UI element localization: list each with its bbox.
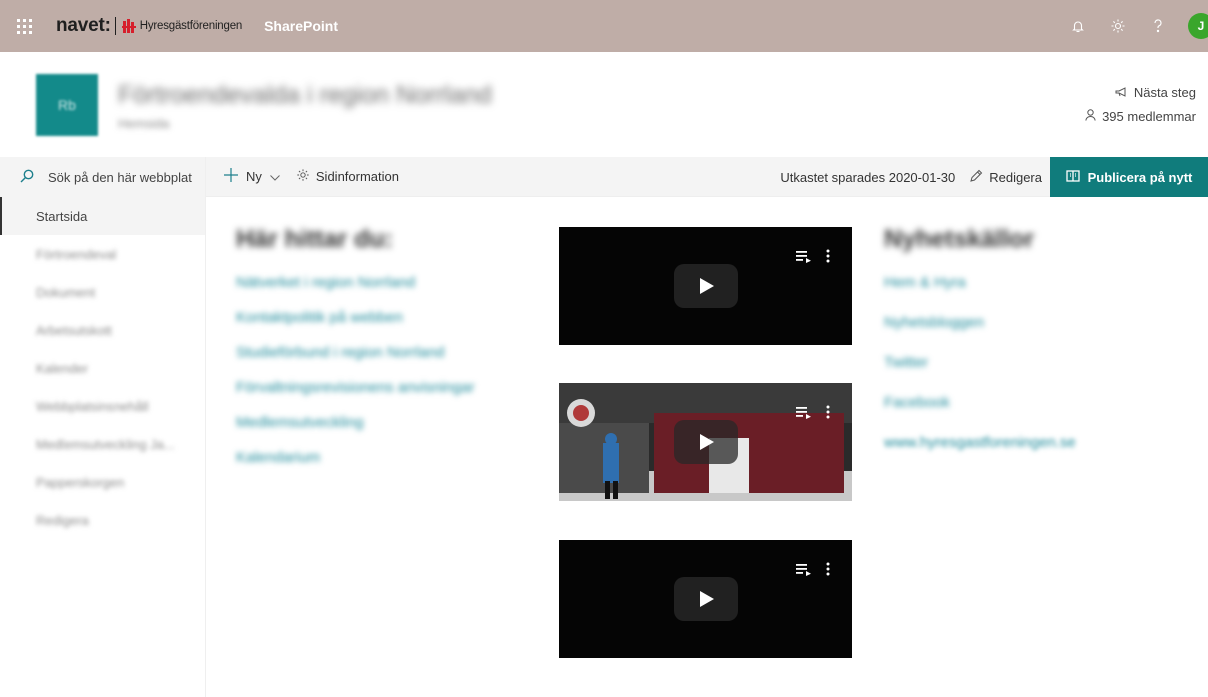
help-icon[interactable] <box>1138 0 1178 52</box>
members-count: 395 medlemmar <box>1102 108 1196 124</box>
nav-item-label: Redigera <box>36 512 89 528</box>
next-steps-button[interactable]: Nästa steg <box>1085 80 1196 104</box>
nav-item-recycle-bin[interactable]: Papperskorgen <box>0 463 205 501</box>
hyresgastforeningen-logo-icon <box>121 18 137 34</box>
gear-icon[interactable] <box>1098 0 1138 52</box>
avatar[interactable]: J <box>1188 13 1208 39</box>
video-embed[interactable] <box>559 540 852 658</box>
site-subtitle: Hemsida <box>118 116 170 131</box>
brand-divider <box>114 17 116 35</box>
search-placeholder: Sök på den här webbplat <box>48 169 192 185</box>
command-bar: Ny Sidinformation Utkastet sparades 2020… <box>206 157 1208 197</box>
playlist-icon[interactable] <box>796 405 812 424</box>
news-sources-column: Nyhetskällor Hem & Hyra Nyhetsbloggen Tw… <box>884 225 1184 470</box>
suite-bar: navet: Hyresgästföreningen SharePoint J <box>0 0 1208 52</box>
plus-icon <box>224 168 238 185</box>
draft-saved-status: Utkastet sparades 2020-01-30 <box>780 169 956 185</box>
book-icon <box>1065 169 1088 185</box>
nav-item-3[interactable]: Dokument <box>0 273 205 311</box>
brand-logo[interactable]: navet: Hyresgästföreningen <box>56 15 242 37</box>
nav-item-2[interactable]: Förtroendeval <box>0 235 205 273</box>
play-button-icon[interactable] <box>673 577 738 621</box>
nav-item-startsida[interactable]: Startsida <box>0 197 205 235</box>
nav-item-label-head: Medl <box>36 436 65 452</box>
video-controls <box>796 249 830 268</box>
nav-item-label: Webbplatsins <box>36 398 114 414</box>
links-column: Här hittar du: Nätverket i region Norrla… <box>236 225 526 480</box>
play-button-icon[interactable] <box>673 420 738 464</box>
new-button[interactable]: Ny <box>206 157 288 197</box>
page-info-button[interactable]: Sidinformation <box>288 157 407 197</box>
next-steps-label: Nästa steg <box>1133 84 1196 100</box>
playlist-icon[interactable] <box>796 562 812 581</box>
nav-item-label: Papperskorgen <box>36 474 125 490</box>
search-box[interactable]: Sök på den här webbplat <box>0 157 205 197</box>
page-info-label: Sidinformation <box>315 169 399 184</box>
nav-item-member-development[interactable]: Medl emsutveck ling Ja... <box>0 425 205 463</box>
quick-link[interactable]: Kontaktpolitik på webben <box>236 305 526 340</box>
nav-item-5[interactable]: Kalender <box>0 349 205 387</box>
nav-item-4[interactable]: Arbetsutskott <box>0 311 205 349</box>
nav-item-label: Dokument <box>36 284 96 300</box>
megaphone-icon <box>1115 85 1134 100</box>
left-navigation: Sök på den här webbplat Startsida Förtro… <box>0 157 206 697</box>
quick-link[interactable]: Medlemsutveckling <box>236 410 526 445</box>
video-embed[interactable] <box>559 383 852 501</box>
quick-link[interactable]: Kalendarium <box>236 445 526 480</box>
site-title[interactable]: Förtroendevalda i region Norrland <box>118 81 492 110</box>
search-icon <box>20 169 48 186</box>
pencil-icon <box>969 169 983 186</box>
video-controls <box>796 562 830 581</box>
links-heading: Här hittar du: <box>236 225 393 253</box>
gear-icon <box>296 168 310 185</box>
members-button[interactable]: 395 medlemmar <box>1085 104 1196 128</box>
new-label: Ny <box>246 169 262 184</box>
edit-label: Redigera <box>989 169 1042 185</box>
brand-org-name: Hyresgästföreningen <box>139 20 243 32</box>
republish-button[interactable]: Publicera på nytt <box>1050 157 1208 197</box>
nav-item-label-tail: ling Ja... <box>126 436 175 452</box>
bell-icon[interactable] <box>1058 0 1098 52</box>
more-options-icon[interactable] <box>826 405 830 424</box>
quick-link[interactable]: Förvaltningsrevisionens anvisningar <box>236 375 526 410</box>
news-link[interactable]: Nyhetsbloggen <box>884 310 1184 350</box>
site-logo-text: Rb <box>58 97 76 113</box>
news-sources-heading: Nyhetskällor <box>884 225 1035 253</box>
nav-item-edit-links[interactable]: Redigera <box>0 501 205 539</box>
site-logo[interactable]: Rb <box>36 74 98 136</box>
play-button-icon[interactable] <box>673 264 738 308</box>
site-header: Rb Förtroendevalda i region Norrland Hem… <box>0 52 1208 156</box>
video-controls <box>796 405 830 424</box>
nav-item-label: emsutveck <box>64 436 127 452</box>
edit-button[interactable]: Redigera <box>969 169 1042 186</box>
news-link[interactable]: Twitter <box>884 350 1184 390</box>
video-embed[interactable] <box>559 227 852 345</box>
person-icon <box>1085 108 1102 124</box>
nav-item-label: Startsida <box>36 208 88 224</box>
brand-name: navet: <box>56 15 111 36</box>
news-link[interactable]: Facebook <box>884 390 1184 430</box>
republish-label: Publicera på nytt <box>1087 169 1193 185</box>
quick-link[interactable]: Studieförbund i region Norrland <box>236 340 526 375</box>
more-options-icon[interactable] <box>826 562 830 581</box>
news-link[interactable]: Hem & Hyra <box>884 270 1184 310</box>
chevron-down-icon <box>270 169 280 184</box>
nav-item-label: Arbetsutskott <box>36 322 112 338</box>
waffle-icon[interactable] <box>0 0 48 52</box>
quick-link[interactable]: Nätverket i region Norrland <box>236 270 526 305</box>
playlist-icon[interactable] <box>796 249 812 268</box>
app-name[interactable]: SharePoint <box>264 18 338 34</box>
nav-item-label: Förtroendeval <box>36 246 117 262</box>
nav-item-label-tail: nehåll <box>113 398 149 414</box>
news-link[interactable]: www.hyresgastforeningen.se <box>884 430 1184 470</box>
more-options-icon[interactable] <box>826 249 830 268</box>
nav-item-label: Kalender <box>36 360 89 376</box>
nav-item-site-contents[interactable]: Webbplatsins nehåll <box>0 387 205 425</box>
